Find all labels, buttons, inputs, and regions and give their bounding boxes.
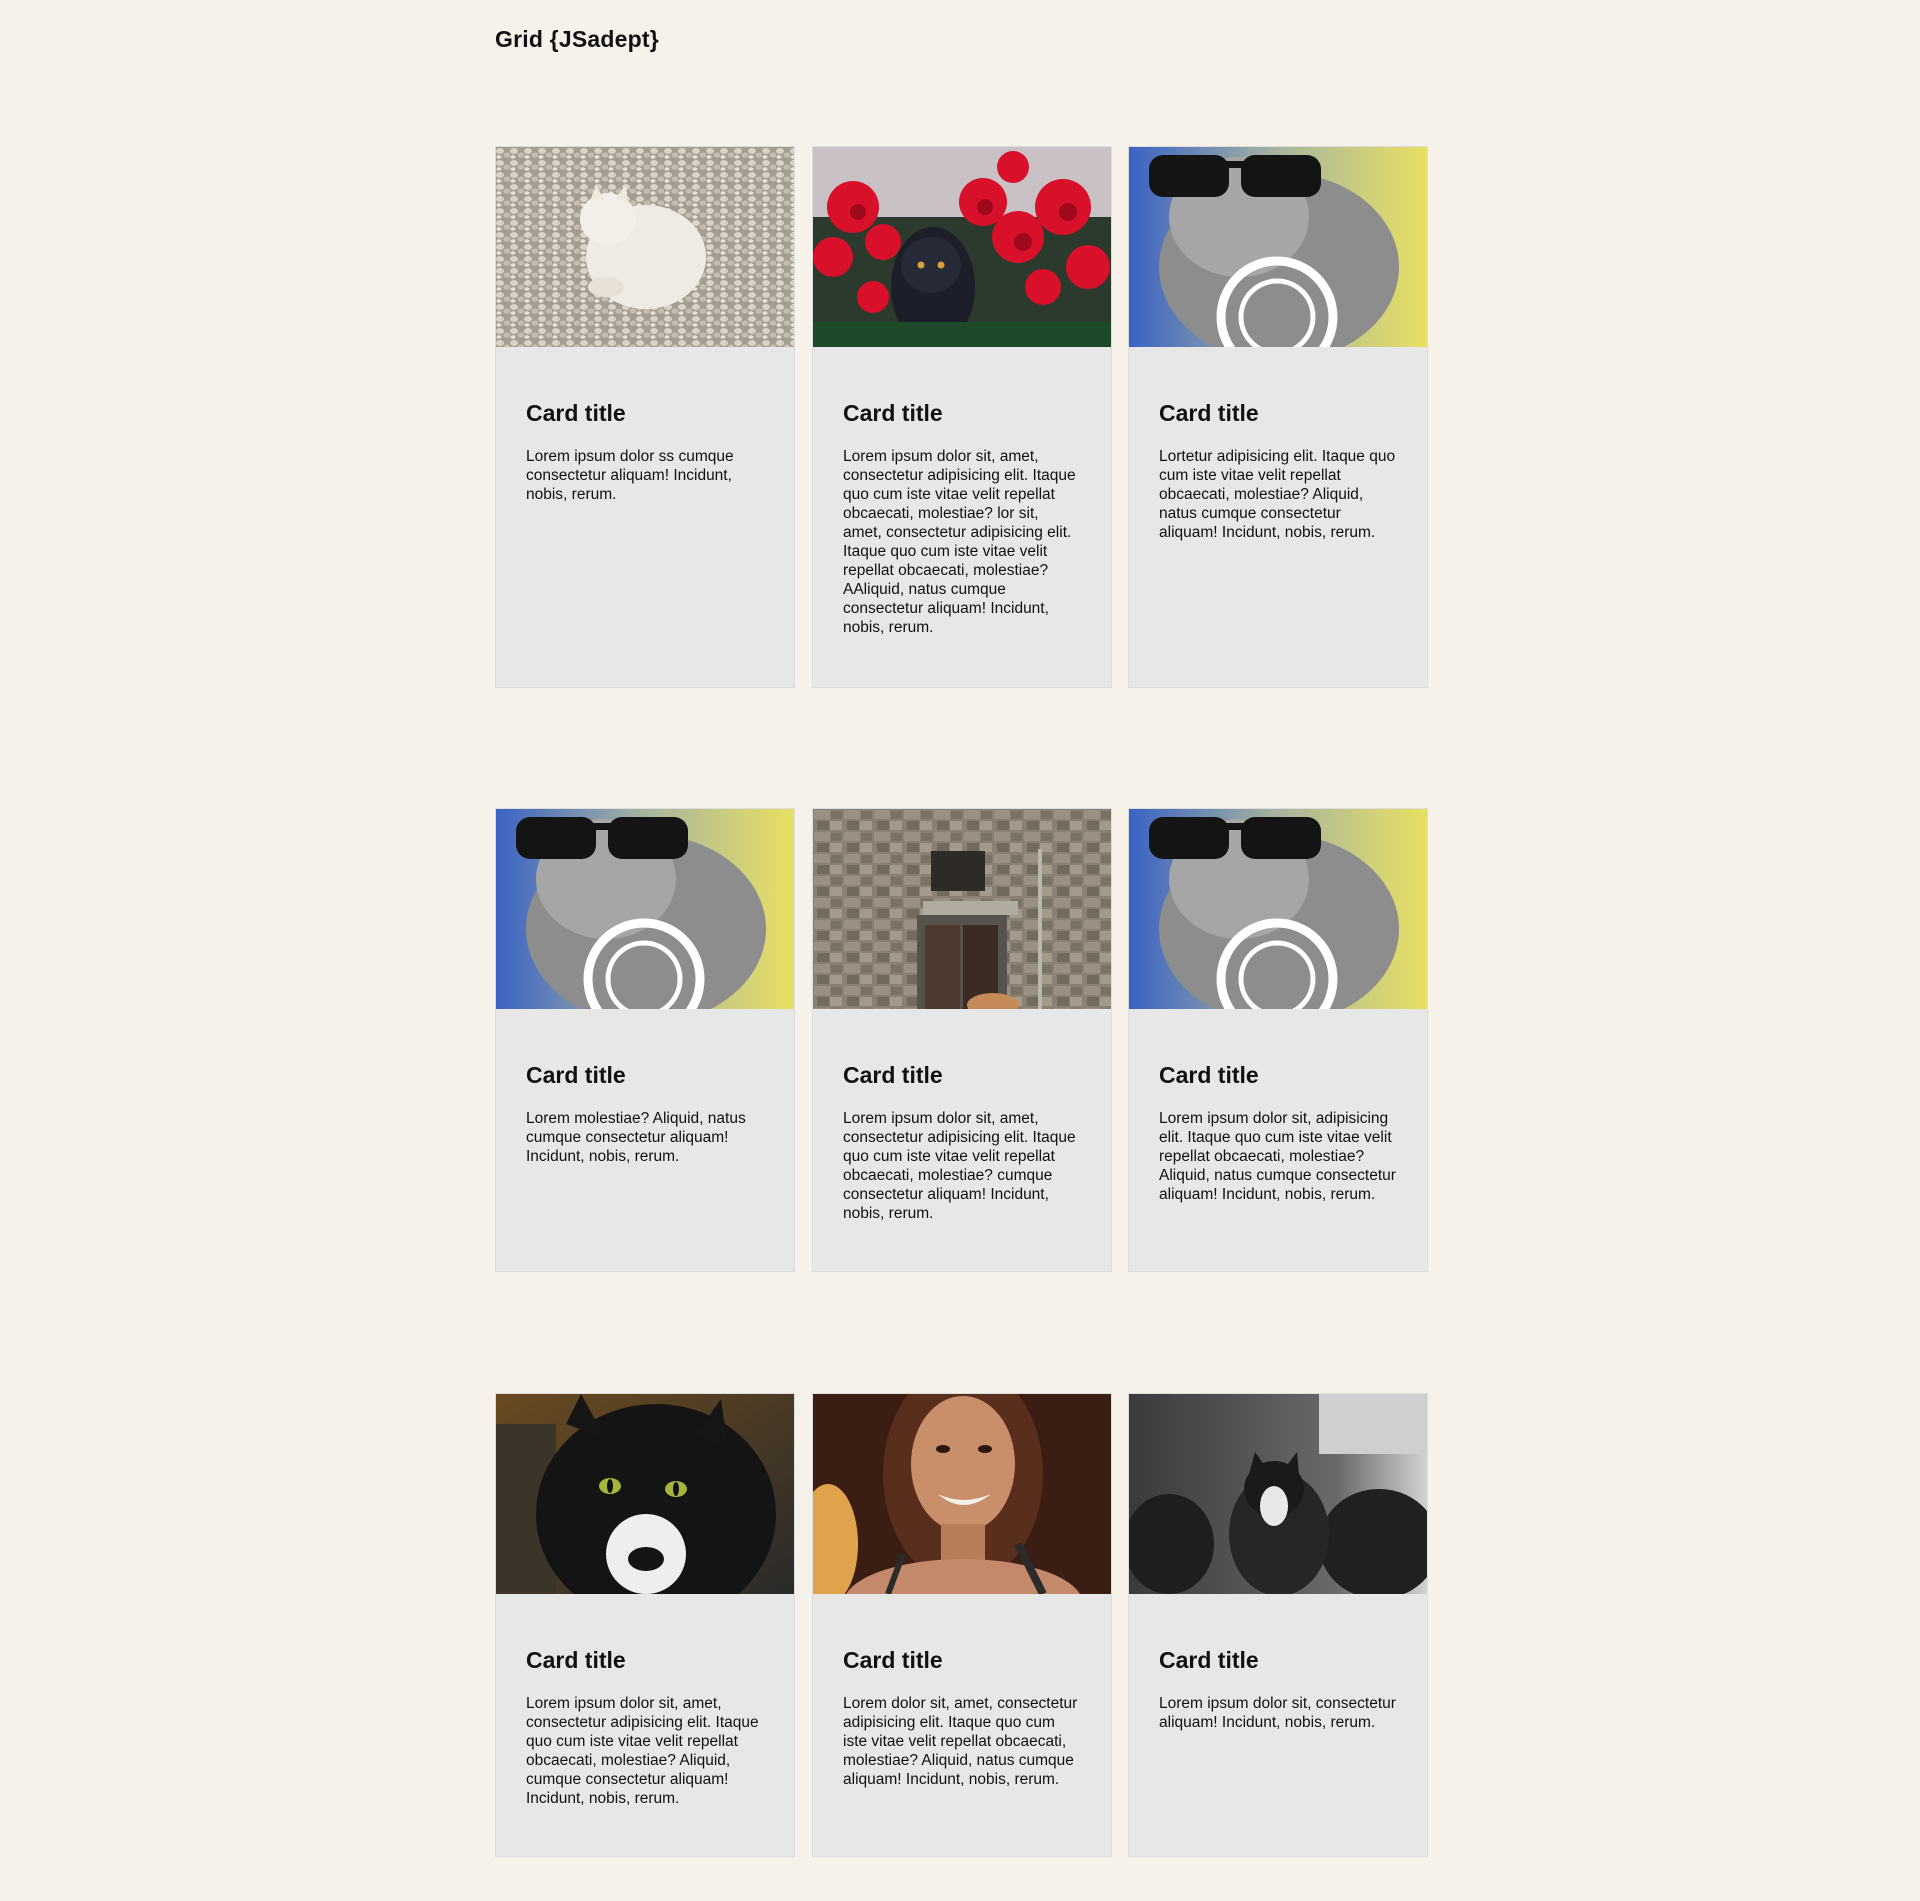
card-title: Card title	[1159, 1062, 1259, 1088]
card-title: Card title	[1159, 400, 1259, 426]
card-image-cat-sunglasses	[496, 809, 794, 1009]
card-5[interactable]: Card title Lorem ipsum dolor sit, amet, …	[812, 808, 1112, 1272]
page-title: Grid {JSadept}	[495, 26, 659, 52]
card-image-kittens-grayscale	[1129, 1394, 1427, 1594]
card-text: Lorem ipsum dolor sit, amet, consectetur…	[843, 1110, 1076, 1222]
card-title: Card title	[843, 1647, 943, 1673]
card-title: Card title	[1159, 1647, 1259, 1673]
card-body: Card title Lorem ipsum dolor sit, adipis…	[1129, 1009, 1427, 1224]
card-body: Card title Lorem dolor sit, amet, consec…	[813, 1594, 1111, 1809]
card-title: Card title	[843, 400, 943, 426]
card-text: Lorem ipsum dolor sit, amet, consectetur…	[843, 448, 1076, 636]
card-text: Lorem dolor sit, amet, consectetur adipi…	[843, 1695, 1078, 1788]
card-6[interactable]: Card title Lorem ipsum dolor sit, adipis…	[1128, 808, 1428, 1272]
card-title: Card title	[843, 1062, 943, 1088]
card-2[interactable]: Card title Lorem ipsum dolor sit, amet, …	[812, 146, 1112, 688]
card-body: Card title Lorem ipsum dolor sit, amet, …	[813, 347, 1111, 657]
card-title: Card title	[526, 400, 626, 426]
card-text: Lorem ipsum dolor ss cumque consectetur …	[526, 448, 734, 503]
card-body: Card title Lorem ipsum dolor sit, amet, …	[496, 1594, 794, 1828]
card-image-cat-sunglasses	[1129, 147, 1427, 347]
card-3[interactable]: Card title Lortetur adipisicing elit. It…	[1128, 146, 1428, 688]
card-image-black-white-cat	[496, 1394, 794, 1594]
card-text: Lorem ipsum dolor sit, adipisicing elit.…	[1159, 1110, 1396, 1203]
card-body: Card title Lorem ipsum dolor ss cumque c…	[496, 347, 794, 524]
card-4[interactable]: Card title Lorem molestiae? Aliquid, nat…	[495, 808, 795, 1272]
card-9[interactable]: Card title Lorem ipsum dolor sit, consec…	[1128, 1393, 1428, 1857]
card-body: Card title Lortetur adipisicing elit. It…	[1129, 347, 1427, 562]
card-body: Card title Lorem ipsum dolor sit, consec…	[1129, 1594, 1427, 1752]
card-title: Card title	[526, 1647, 626, 1673]
card-image-black-cat-flowers	[813, 147, 1111, 347]
card-title: Card title	[526, 1062, 626, 1088]
card-body: Card title Lorem molestiae? Aliquid, nat…	[496, 1009, 794, 1186]
card-text: Lorem ipsum dolor sit, amet, consectetur…	[526, 1695, 759, 1807]
card-text: Lorem ipsum dolor sit, consectetur aliqu…	[1159, 1695, 1396, 1731]
card-image-smiling-woman	[813, 1394, 1111, 1594]
card-text: Lortetur adipisicing elit. Itaque quo cu…	[1159, 448, 1396, 541]
card-image-cat-sunglasses	[1129, 809, 1427, 1009]
card-1[interactable]: Card title Lorem ipsum dolor ss cumque c…	[495, 146, 795, 688]
card-text: Lorem molestiae? Aliquid, natus cumque c…	[526, 1110, 746, 1165]
card-7[interactable]: Card title Lorem ipsum dolor sit, amet, …	[495, 1393, 795, 1857]
card-8[interactable]: Card title Lorem dolor sit, amet, consec…	[812, 1393, 1112, 1857]
card-image-white-cat	[496, 147, 794, 347]
card-body: Card title Lorem ipsum dolor sit, amet, …	[813, 1009, 1111, 1243]
card-image-stone-wall	[813, 809, 1111, 1009]
